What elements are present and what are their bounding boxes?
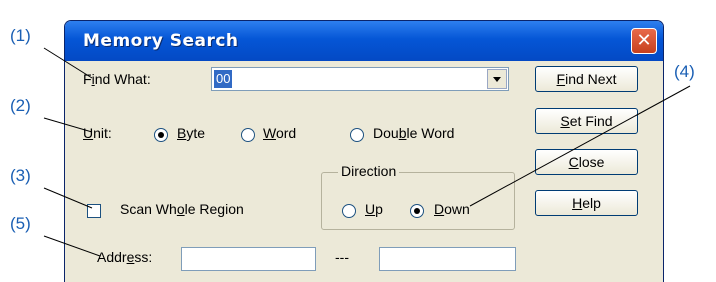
unit-word-label[interactable]: Word [263, 125, 296, 141]
scan-whole-region-checkbox[interactable] [87, 204, 101, 218]
unit-byte-label[interactable]: Byte [177, 125, 205, 141]
callout-2: (2) [10, 96, 31, 115]
callout-1: (1) [10, 26, 31, 45]
unit-label: Unit: [83, 125, 112, 141]
address-start-input[interactable] [181, 247, 316, 271]
unit-byte-radio[interactable] [154, 128, 168, 142]
close-window-button[interactable]: ✕ [631, 28, 657, 54]
find-what-value[interactable]: 00 [214, 70, 233, 88]
find-what-combobox[interactable]: 00 [211, 67, 509, 91]
unit-double-word-radio[interactable] [350, 128, 364, 142]
unit-double-word-label[interactable]: Double Word [373, 125, 454, 141]
callout-5: (5) [10, 214, 31, 233]
set-find-button[interactable]: Set Find [535, 108, 638, 134]
title-bar[interactable]: Memory Search ✕ [65, 21, 663, 61]
direction-group: Direction Up Down [321, 163, 515, 230]
address-label: Address: [97, 249, 153, 265]
scan-whole-region-label[interactable]: Scan Whole Region [120, 201, 244, 217]
address-separator: --- [335, 249, 349, 265]
direction-down-label[interactable]: Down [434, 201, 470, 217]
close-button[interactable]: Close [535, 149, 638, 175]
find-next-button[interactable]: Find Next [535, 66, 638, 92]
direction-up-radio[interactable] [342, 204, 356, 218]
help-button[interactable]: Help [535, 190, 638, 216]
callout-3: (3) [10, 166, 31, 185]
chevron-down-icon [493, 77, 501, 82]
window-title: Memory Search [83, 31, 239, 51]
direction-down-radio[interactable] [410, 204, 424, 218]
memory-search-dialog: Memory Search ✕ Find What: 00 Unit: Byte… [64, 20, 664, 282]
close-icon: ✕ [636, 30, 652, 51]
direction-up-label[interactable]: Up [365, 201, 383, 217]
address-end-input[interactable] [379, 247, 516, 271]
unit-word-radio[interactable] [241, 128, 255, 142]
find-what-dropdown-button[interactable] [487, 69, 507, 89]
direction-group-label: Direction [338, 163, 400, 179]
find-what-label: Find What: [83, 71, 151, 87]
callout-4: (4) [674, 62, 695, 81]
